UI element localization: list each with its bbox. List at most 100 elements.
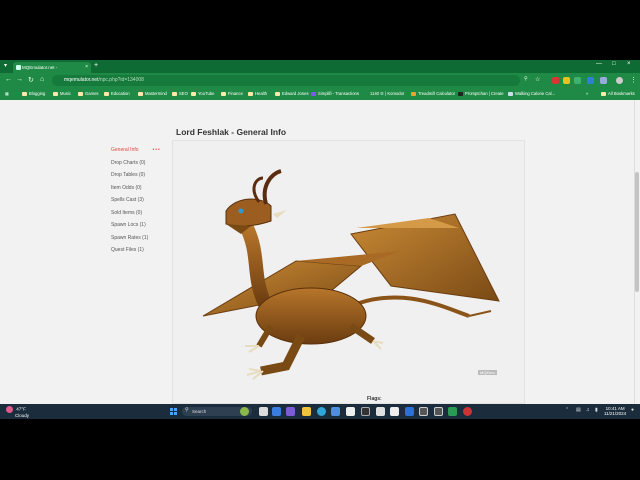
app-icon[interactable]: [390, 407, 399, 416]
home-icon[interactable]: ⌂: [40, 76, 44, 83]
url-path: /npc.php?id=134008: [98, 77, 144, 83]
bookmark-promptchan[interactable]: Promptchan | Create: [458, 91, 504, 96]
menu-spawn-rates[interactable]: Spawn Rates (1): [111, 232, 171, 245]
folder-icon: [191, 92, 196, 96]
clock-date: 11/21/2024: [604, 411, 627, 416]
address-bar[interactable]: mqemulator.net/npc.php?id=134008: [52, 75, 520, 86]
weather-icon: [6, 406, 13, 413]
outlook-icon[interactable]: [405, 407, 414, 416]
bookmark-edward-jones[interactable]: Edward Jones: [275, 91, 309, 96]
calculator-icon: [508, 92, 513, 96]
bookmark-mastermind[interactable]: Mastermind: [138, 91, 167, 96]
weather-condition: Cloudy: [15, 413, 30, 418]
windows-start-icon[interactable]: [170, 408, 177, 415]
folder-icon: [78, 92, 83, 96]
bookmark-finance[interactable]: Finance: [221, 91, 243, 96]
bookmark-youtube[interactable]: YouTube: [191, 91, 214, 96]
weather-widget[interactable]: 47°F Cloudy: [6, 406, 29, 418]
chrome-icon[interactable]: [463, 407, 472, 416]
taskbar-clock[interactable]: 10:41 AM 11/21/2024: [604, 406, 626, 416]
volume-icon[interactable]: ♫: [586, 407, 590, 413]
extension-icon[interactable]: [552, 77, 559, 84]
menu-spawn-locs[interactable]: Spawn Locs (1): [111, 219, 171, 232]
scrollbar-thumb[interactable]: [635, 172, 639, 292]
edge-icon[interactable]: [317, 407, 326, 416]
task-view-icon[interactable]: [259, 407, 268, 416]
dragon-model-image: [202, 169, 500, 380]
folder-icon: [601, 92, 606, 96]
bookmark-games[interactable]: Games: [78, 91, 99, 96]
terminal-icon[interactable]: [346, 407, 355, 416]
bookmarks-bar: ▦ Blogging Music Games Education Masterm…: [0, 88, 640, 100]
profile-avatar[interactable]: [616, 77, 623, 84]
weather-temp: 47°F: [16, 406, 26, 412]
network-icon[interactable]: ▤: [576, 407, 581, 413]
bookmark-treadmill[interactable]: Treadmill Calculator: [411, 91, 455, 96]
apps-grid-icon[interactable]: ▦: [5, 91, 9, 96]
bookmark-star-icon[interactable]: ☆: [535, 76, 540, 83]
notifications-icon[interactable]: ●: [631, 407, 634, 413]
teams-icon[interactable]: [286, 407, 295, 416]
bookmark-health[interactable]: Health: [248, 91, 267, 96]
close-tab-icon[interactable]: ×: [85, 62, 88, 73]
extensions-puzzle-icon[interactable]: [600, 77, 607, 84]
url-host: mqemulator.net: [64, 77, 99, 83]
tab-strip: ▾ MQEmulator.net - × + — □ ×: [0, 60, 640, 73]
more-bookmarks-icon[interactable]: »: [586, 91, 588, 96]
screen: ▾ MQEmulator.net - × + — □ × ← → ↻ ⌂ mqe…: [0, 60, 640, 419]
app-icon[interactable]: [376, 407, 385, 416]
forward-icon[interactable]: →: [16, 76, 23, 83]
new-tab-button[interactable]: +: [94, 62, 98, 69]
bookmark-komodor[interactable]: 1140 ☰ | Komodor: [370, 91, 404, 96]
app-icon[interactable]: [434, 407, 443, 416]
tray-chevron-icon[interactable]: ⌃: [565, 407, 569, 413]
folder-icon: [221, 92, 226, 96]
extension-icon[interactable]: [574, 77, 581, 84]
bookmark-simplifi[interactable]: Simplifi - Transactions: [311, 91, 359, 96]
close-window-icon[interactable]: ×: [627, 61, 631, 67]
bookmark-education[interactable]: Education: [104, 91, 130, 96]
scrollbar[interactable]: [634, 100, 640, 404]
promptchan-icon: [458, 92, 463, 96]
all-bookmarks[interactable]: All Bookmarks: [601, 91, 635, 96]
photos-icon[interactable]: [272, 407, 281, 416]
menu-sold-items[interactable]: Sold Items (0): [111, 207, 171, 220]
tab-search-icon[interactable]: ▾: [4, 62, 7, 69]
menu-drop-tables[interactable]: Drop Tables (0): [111, 169, 171, 182]
menu-kebab-icon[interactable]: ⋮: [630, 76, 637, 84]
search-icon: ⚲: [185, 407, 189, 413]
maximize-icon[interactable]: □: [612, 61, 616, 67]
widgets-icon[interactable]: [240, 407, 249, 416]
folder-icon: [104, 92, 109, 96]
tab-mqemulator[interactable]: MQEmulator.net - ×: [13, 62, 91, 73]
folder-icon: [138, 92, 143, 96]
menu-quest-files[interactable]: Quest Files (1): [111, 244, 171, 257]
calculator-icon: [411, 92, 416, 96]
bookmark-music[interactable]: Music: [53, 91, 71, 96]
folder-icon: [275, 92, 280, 96]
battery-icon[interactable]: ▮: [595, 407, 598, 413]
app-icon[interactable]: [361, 407, 370, 416]
folder-icon: [53, 92, 58, 96]
excel-icon[interactable]: [448, 407, 457, 416]
menu-general-info[interactable]: General Info •••: [111, 144, 171, 157]
bookmark-seo[interactable]: SEO: [172, 91, 188, 96]
minimize-icon[interactable]: —: [596, 61, 602, 67]
app-icon[interactable]: [419, 407, 428, 416]
windows-taskbar: 47°F Cloudy Search ⚲ ⌃ ▤ ♫ ▮ 10:41 AM 11…: [0, 404, 640, 419]
simplifi-icon: [311, 92, 316, 96]
bookmark-blogging[interactable]: Blogging: [22, 91, 45, 96]
extension-icon[interactable]: [587, 77, 594, 84]
menu-item-odds[interactable]: Item Odds (0): [111, 182, 171, 195]
zoom-icon[interactable]: ⚲: [524, 76, 528, 82]
store-icon[interactable]: [331, 407, 340, 416]
reload-icon[interactable]: ↻: [28, 76, 34, 84]
file-explorer-icon[interactable]: [302, 407, 311, 416]
menu-drop-charts[interactable]: Drop Charts (0): [111, 157, 171, 170]
extension-icon[interactable]: [563, 77, 570, 84]
menu-spells-cast[interactable]: Spells Cast (3): [111, 194, 171, 207]
back-icon[interactable]: ←: [5, 76, 12, 83]
folder-icon: [172, 92, 177, 96]
npc-side-menu: General Info ••• Drop Charts (0) Drop Tab…: [111, 144, 171, 257]
bookmark-walking-calorie[interactable]: Walking Calorie Cal...: [508, 91, 555, 96]
